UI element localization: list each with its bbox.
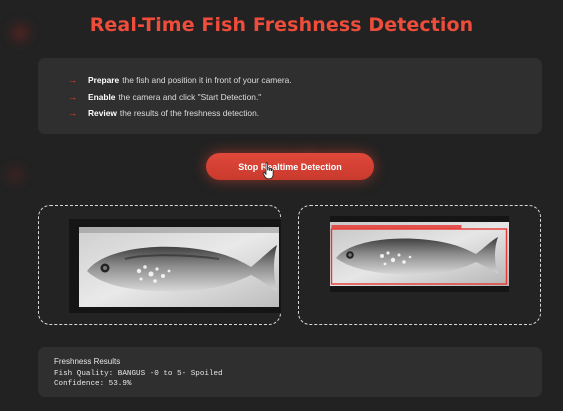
step-keyword: Prepare bbox=[88, 75, 120, 86]
arrow-right-icon: → bbox=[68, 91, 77, 102]
instruction-step-3: → Review the results of the freshness de… bbox=[68, 105, 542, 122]
stop-detection-button[interactable]: Stop Realtime Detection bbox=[206, 153, 374, 180]
camera-feed-panel bbox=[38, 205, 281, 325]
step-text: the fish and position it in front of you… bbox=[122, 75, 292, 86]
instruction-step-1: → Prepare the fish and position it in fr… bbox=[68, 72, 542, 89]
detection-feed-panel bbox=[298, 205, 541, 325]
results-title: Freshness Results bbox=[54, 357, 121, 366]
background-glow bbox=[8, 168, 22, 182]
fish-quality-text: Fish Quality: BANGUS -0 to 5- Spoiled bbox=[54, 370, 223, 378]
step-text: the results of the freshness detection. bbox=[119, 108, 260, 119]
instruction-step-2: → Enable the camera and click "Start Det… bbox=[68, 89, 542, 106]
step-keyword: Enable bbox=[88, 91, 116, 102]
arrow-right-icon: → bbox=[68, 75, 77, 86]
page-title: Real-Time Fish Freshness Detection bbox=[89, 14, 474, 36]
confidence-text: Confidence: 53.9% bbox=[54, 380, 132, 388]
results-card: Freshness Results Fish Quality: BANGUS -… bbox=[38, 347, 542, 397]
step-keyword: Review bbox=[88, 108, 117, 119]
arrow-right-icon: → bbox=[68, 108, 77, 119]
step-text: the camera and click "Start Detection." bbox=[118, 91, 262, 102]
hand-cursor-icon bbox=[262, 162, 274, 180]
instructions-card: → Prepare the fish and position it in fr… bbox=[38, 58, 542, 134]
detection-camera-image bbox=[330, 216, 509, 292]
live-camera-image bbox=[69, 219, 281, 313]
